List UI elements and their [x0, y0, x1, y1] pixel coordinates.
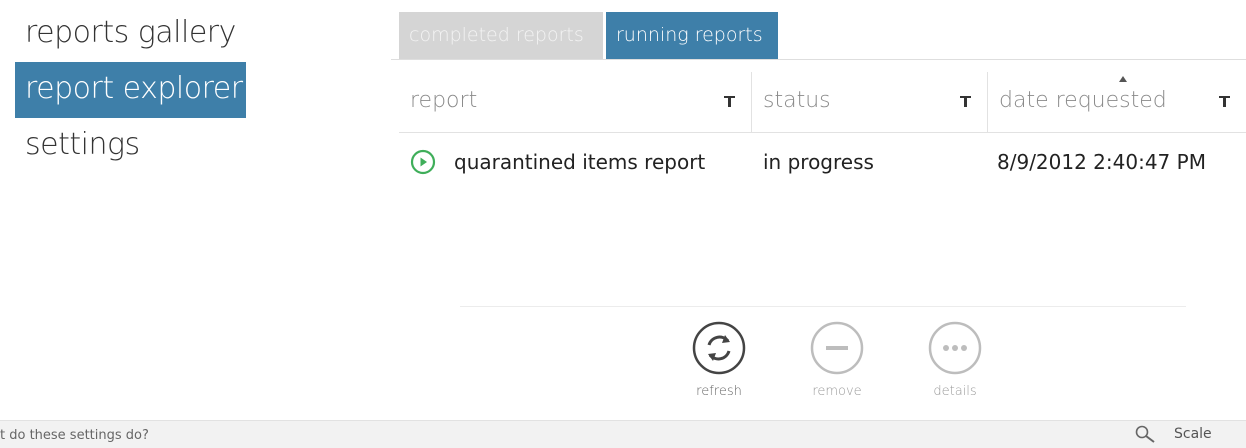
column-header-label: status	[763, 88, 831, 113]
refresh-icon	[692, 321, 746, 375]
column-header-label: report	[410, 88, 478, 113]
tab-divider	[391, 59, 1246, 60]
column-header-date-requested[interactable]: date requested	[987, 72, 1246, 132]
refresh-button[interactable]: refresh	[660, 320, 778, 399]
tab-running-reports[interactable]: running reports	[606, 12, 778, 59]
details-button[interactable]: details	[896, 320, 1014, 399]
report-tabs: completed reports running reports	[399, 12, 781, 59]
cell-status: in progress	[763, 150, 874, 174]
nav-item-reports-gallery[interactable]: reports gallery	[15, 6, 255, 62]
running-play-icon	[410, 149, 436, 175]
filter-icon[interactable]	[960, 96, 971, 107]
status-bar: t do these settings do? Scale	[0, 420, 1246, 448]
running-reports-table: report status date requested quarantined…	[399, 72, 1246, 191]
nav-item-report-explorer[interactable]: report explorer	[15, 62, 246, 118]
scale-control[interactable]: Scale	[1134, 425, 1212, 443]
column-header-report[interactable]: report	[399, 72, 751, 132]
table-header: report status date requested	[399, 72, 1246, 133]
details-icon	[928, 321, 982, 375]
nav-item-settings[interactable]: settings	[15, 118, 255, 174]
sort-ascending-icon	[1119, 76, 1127, 82]
tab-completed-reports[interactable]: completed reports	[399, 12, 603, 59]
action-bar-divider	[460, 306, 1186, 307]
left-nav: reports gallery report explorer settings	[15, 6, 255, 174]
column-header-label: date requested	[999, 88, 1167, 113]
cell-report: quarantined items report	[399, 149, 751, 175]
filter-icon[interactable]	[724, 96, 735, 107]
remove-icon	[810, 321, 864, 375]
help-link[interactable]: t do these settings do?	[0, 428, 149, 443]
action-bar: refresh remove details	[660, 320, 1014, 399]
remove-label: remove	[812, 384, 862, 399]
table-row[interactable]: quarantined items report in progress 8/9…	[399, 133, 1246, 191]
magnifier-icon	[1135, 425, 1155, 443]
cell-date-requested: 8/9/2012 2:40:47 PM	[997, 150, 1206, 174]
report-name: quarantined items report	[454, 150, 706, 174]
filter-icon[interactable]	[1219, 96, 1230, 107]
refresh-label: refresh	[696, 384, 742, 399]
column-header-status[interactable]: status	[751, 72, 987, 132]
details-label: details	[933, 384, 977, 399]
scale-label: Scale	[1174, 426, 1212, 442]
remove-button[interactable]: remove	[778, 320, 896, 399]
